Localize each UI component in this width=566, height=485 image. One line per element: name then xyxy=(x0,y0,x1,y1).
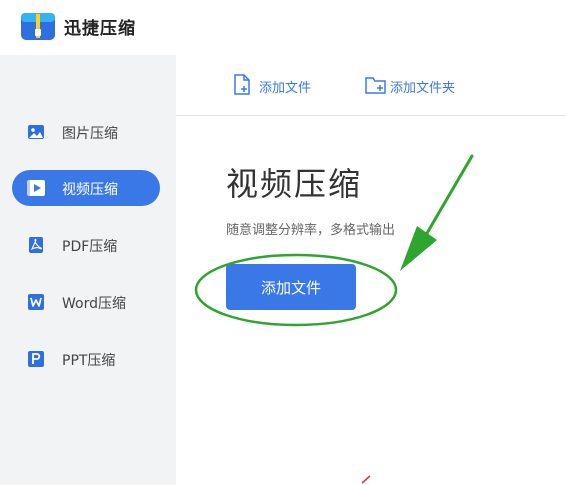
video-icon xyxy=(27,180,45,196)
image-icon xyxy=(28,125,44,139)
add-folder-label: 添加文件夹 xyxy=(390,81,456,96)
sidebar-item-label: 图片压缩 xyxy=(62,126,118,142)
sidebar-item-pdf-compress[interactable]: PDF压缩 xyxy=(12,227,160,263)
page-subtitle: 随意调整分辨率，多格式输出 xyxy=(226,223,396,238)
sidebar-item-label: PPT压缩 xyxy=(62,353,116,369)
sidebar-item-label: 视频压缩 xyxy=(62,182,118,198)
add-file-label: 添加文件 xyxy=(259,81,312,96)
toolbar: 添加文件 添加文件夹 xyxy=(176,55,566,116)
add-file-icon xyxy=(234,74,250,95)
sidebar-item-word-compress[interactable]: Word压缩 xyxy=(12,284,160,320)
ppt-icon xyxy=(28,351,44,367)
app-logo-icon xyxy=(21,13,55,40)
page-title: 视频压缩 xyxy=(226,165,363,203)
sidebar-item-label: PDF压缩 xyxy=(62,239,118,255)
sidebar-item-video-compress[interactable]: 视频压缩 xyxy=(12,170,160,206)
toolbar-add-file-button[interactable]: 添加文件 xyxy=(232,73,322,97)
toolbar-add-folder-button[interactable]: 添加文件夹 xyxy=(364,73,464,97)
app-title: 迅捷压缩 xyxy=(64,19,136,39)
sidebar-item-ppt-compress[interactable]: PPT压缩 xyxy=(12,341,160,377)
add-file-button[interactable]: 添加文件 xyxy=(226,264,356,310)
add-folder-icon xyxy=(365,77,386,94)
sidebar-item-label: Word压缩 xyxy=(62,296,126,312)
title-bar: 迅捷压缩 xyxy=(0,0,566,55)
main-panel: 添加文件 添加文件夹 视频压缩 随意调整分辨率，多格式输出 添加文件 xyxy=(176,55,566,485)
pdf-icon xyxy=(29,237,43,253)
sidebar-item-image-compress[interactable]: 图片压缩 xyxy=(12,114,160,150)
sidebar: 图片压缩 视频压缩 PDF压缩 Word压缩 PPT压缩 xyxy=(0,55,176,485)
word-icon xyxy=(28,294,44,310)
